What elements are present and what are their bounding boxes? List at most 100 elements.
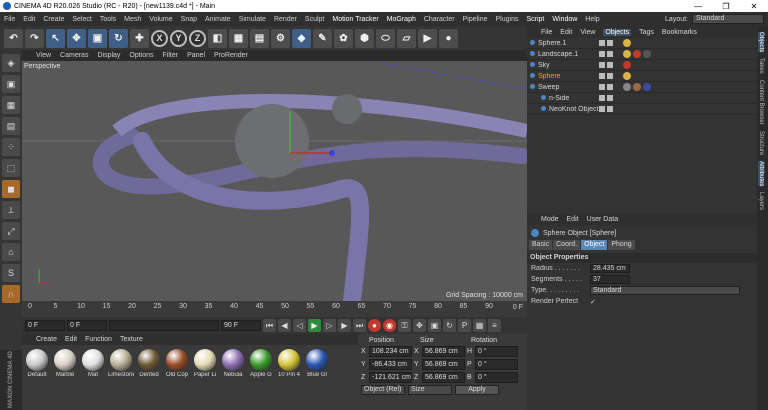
viewport-menu-filter[interactable]: Filter bbox=[163, 52, 179, 59]
undo-button[interactable]: ↶ bbox=[4, 28, 23, 48]
cube-primitive-icon[interactable]: ◆ bbox=[292, 28, 311, 48]
material-swatch[interactable]: Nebula bbox=[221, 349, 245, 378]
polygons-mode-icon[interactable]: ◼ bbox=[2, 180, 20, 198]
object-row[interactable]: NeoKnot Object bbox=[527, 104, 757, 115]
visibility-flags[interactable] bbox=[599, 73, 619, 79]
layout-select[interactable]: Standard bbox=[692, 14, 764, 24]
subdivision-surface-icon[interactable]: ✿ bbox=[334, 28, 353, 48]
tweak-mode-icon[interactable]: ⤢ bbox=[2, 222, 20, 240]
points-mode-icon[interactable]: ⁘ bbox=[2, 138, 20, 156]
material-swatch[interactable]: Blue Gl bbox=[305, 349, 329, 378]
material-menu-create[interactable]: Create bbox=[36, 336, 57, 343]
axis-mode-icon[interactable]: ⟂ bbox=[2, 201, 20, 219]
visibility-flags[interactable] bbox=[599, 51, 619, 57]
material-swatch[interactable]: Old Cop bbox=[165, 349, 189, 378]
material-swatch[interactable]: Mat bbox=[81, 349, 105, 378]
menu-render[interactable]: Render bbox=[274, 16, 297, 23]
record-icon[interactable]: ● bbox=[368, 319, 381, 332]
current-frame-field[interactable]: 0 F bbox=[67, 320, 107, 331]
tab-phong[interactable]: Phong bbox=[608, 240, 635, 250]
start-frame-field[interactable]: 0 F bbox=[25, 320, 65, 331]
menu-create[interactable]: Create bbox=[43, 16, 64, 23]
tag-icon[interactable] bbox=[643, 50, 651, 58]
menu-volume[interactable]: Volume bbox=[149, 16, 172, 23]
object-row[interactable]: Sweep bbox=[527, 82, 757, 93]
object-row[interactable]: n-Side bbox=[527, 93, 757, 104]
viewport-menu-cameras[interactable]: Cameras bbox=[60, 52, 88, 59]
floor-object-icon[interactable]: ▱ bbox=[397, 28, 416, 48]
position-x-field[interactable]: 108.234 cm bbox=[369, 346, 412, 357]
viewport-menu-prorender[interactable]: ProRender bbox=[214, 52, 248, 59]
make-editable-icon[interactable]: ◈ bbox=[2, 54, 20, 72]
visibility-flags[interactable] bbox=[599, 95, 619, 101]
tag-icon[interactable] bbox=[623, 39, 631, 47]
camera-object-icon[interactable]: ▶ bbox=[418, 28, 437, 48]
objects-menu-view[interactable]: View bbox=[580, 29, 595, 36]
strip-tab-layers[interactable]: Layers bbox=[758, 192, 764, 210]
record-scale-icon[interactable]: ▣ bbox=[428, 319, 441, 332]
tab-object[interactable]: Object bbox=[581, 240, 608, 250]
type-select[interactable]: Standard bbox=[590, 286, 740, 295]
move-tool-icon[interactable]: ✥ bbox=[67, 28, 86, 48]
strip-tab-attributes[interactable]: Attributes bbox=[758, 161, 764, 187]
attr-menu-edit[interactable]: Edit bbox=[567, 216, 579, 223]
tag-icon[interactable] bbox=[623, 61, 631, 69]
coords-apply-button[interactable]: Apply bbox=[455, 385, 499, 395]
object-row[interactable]: Sphere.1 bbox=[527, 38, 757, 49]
objects-menu-objects[interactable]: Objects bbox=[603, 28, 632, 36]
x-axis-lock-button[interactable]: X bbox=[151, 29, 168, 47]
menu-character[interactable]: Character bbox=[424, 16, 455, 23]
material-swatch[interactable]: Paper Li bbox=[193, 349, 217, 378]
prev-key-icon[interactable]: ◀ bbox=[278, 319, 291, 332]
size-x-field[interactable]: 56.869 cm bbox=[422, 346, 465, 357]
attr-menu-user-data[interactable]: User Data bbox=[587, 216, 619, 223]
tag-icon[interactable] bbox=[623, 83, 631, 91]
menu-script[interactable]: Script bbox=[526, 16, 544, 23]
menu-simulate[interactable]: Simulate bbox=[239, 16, 266, 23]
end-frame-field[interactable]: 90 F bbox=[221, 320, 261, 331]
menu-tools[interactable]: Tools bbox=[100, 16, 116, 23]
strip-tab-objects[interactable]: Objects bbox=[758, 32, 764, 53]
edges-mode-icon[interactable]: ⬚ bbox=[2, 159, 20, 177]
material-swatch[interactable]: Default bbox=[25, 349, 49, 378]
render-perfect-checkbox[interactable]: ✓ bbox=[590, 298, 596, 306]
tag-icon[interactable] bbox=[643, 83, 651, 91]
objects-menu-file[interactable]: File bbox=[541, 29, 552, 36]
minimize-button[interactable]: — bbox=[684, 2, 712, 11]
add-tool-icon[interactable]: ✚ bbox=[130, 28, 149, 48]
material-menu-function[interactable]: Function bbox=[85, 336, 112, 343]
redo-button[interactable]: ↷ bbox=[25, 28, 44, 48]
strip-tab-takes[interactable]: Takes bbox=[758, 58, 764, 74]
object-row[interactable]: Sky bbox=[527, 60, 757, 71]
record-parameter-icon[interactable]: P bbox=[458, 319, 471, 332]
tab-coord[interactable]: Coord. bbox=[553, 240, 581, 250]
tab-basic[interactable]: Basic bbox=[529, 240, 553, 250]
timeline[interactable]: 0 5 10 15 20 25 30 35 40 45 50 55 60 65 70 75 80 85 90 0 F bbox=[22, 301, 527, 317]
maximize-button[interactable]: ❐ bbox=[712, 2, 740, 11]
viewport-menu-options[interactable]: Options bbox=[129, 52, 153, 59]
object-row[interactable]: Landscape.1 bbox=[527, 49, 757, 60]
preview-range-slider[interactable] bbox=[109, 320, 219, 331]
timeline-menu-icon[interactable]: ≡ bbox=[488, 319, 501, 332]
menu-plugins[interactable]: Plugins bbox=[496, 16, 519, 23]
workplane-mode-icon[interactable]: ▤ bbox=[2, 117, 20, 135]
visibility-flags[interactable] bbox=[599, 106, 619, 112]
prev-frame-icon[interactable]: ◁ bbox=[293, 319, 306, 332]
material-swatch[interactable]: Marble bbox=[53, 349, 77, 378]
size-z-field[interactable]: 56.869 cm bbox=[422, 372, 465, 383]
play-icon[interactable]: ▶ bbox=[308, 319, 321, 332]
menu-select[interactable]: Select bbox=[72, 16, 91, 23]
tag-icon[interactable] bbox=[623, 72, 631, 80]
coords-mode-select[interactable]: Object (Rel) bbox=[361, 385, 405, 395]
menu-file[interactable]: File bbox=[4, 16, 15, 23]
attr-menu-mode[interactable]: Mode bbox=[541, 216, 559, 223]
texture-mode-icon[interactable]: ▦ bbox=[2, 96, 20, 114]
material-swatch[interactable]: 10 Pin 4 bbox=[277, 349, 301, 378]
rotation-b-field[interactable]: 0 ° bbox=[475, 372, 518, 383]
strip-tab-structure[interactable]: Structure bbox=[758, 131, 764, 155]
segments-field[interactable]: 37 bbox=[590, 275, 630, 284]
material-menu-texture[interactable]: Texture bbox=[120, 336, 143, 343]
z-axis-lock-button[interactable]: Z bbox=[189, 29, 206, 47]
tag-icon[interactable] bbox=[633, 83, 641, 91]
close-button[interactable]: ✕ bbox=[740, 2, 768, 11]
